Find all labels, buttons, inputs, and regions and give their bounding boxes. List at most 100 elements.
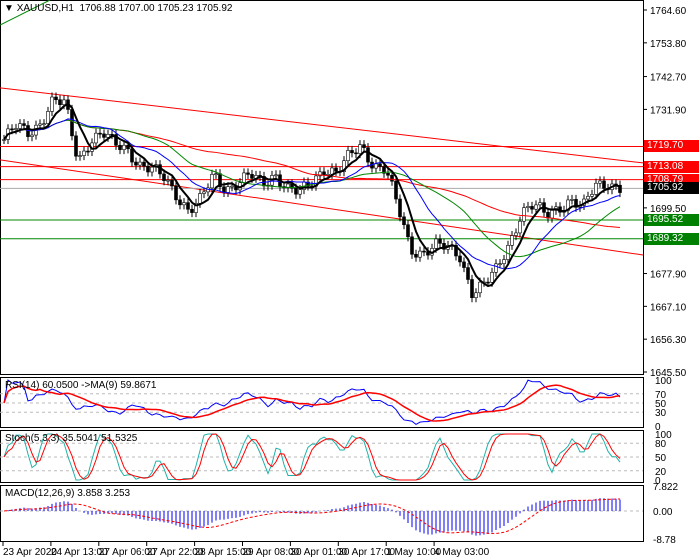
high-value: 1707.00 [118,3,155,14]
candle [18,123,22,129]
macd-signal-line [3,498,621,534]
price-tag: 1705.92 [644,182,699,195]
candle [490,272,494,283]
candle [590,194,594,197]
candle [402,216,406,226]
candle [598,180,602,184]
y-tick-label: 1667.10 [650,302,687,313]
candle [398,198,402,218]
candle [406,224,410,238]
candle [366,147,370,163]
candle [122,144,126,150]
candle [130,148,134,163]
candle [522,207,526,222]
candle [530,206,534,210]
y-tick-label: 1753.80 [650,39,687,50]
candle [54,96,58,101]
candle [390,174,394,182]
candle [98,132,102,135]
y-tick-label: 1656.30 [650,335,687,346]
macd-label: MACD(12,26,9) 3.858 3.253 [5,488,131,499]
macd-tick: 0.00 [653,507,673,518]
candle [586,196,590,200]
stoch-tick: 80 [655,439,667,450]
rsi-label: RSI(14) 60.0500 ->MA(9) 59.8671 [5,380,157,391]
candle [474,292,478,298]
candle [514,232,518,236]
candle [350,150,354,154]
candle [242,172,246,184]
price-tag: 1689.32 [644,232,699,245]
main-pane [0,0,644,375]
channel-upper-line [0,87,644,164]
candle [422,250,426,253]
candle [410,236,414,255]
candle [146,165,150,173]
candle [354,152,358,155]
price-chart: 1764.601753.801742.701731.901699.501677.… [0,0,687,558]
candle [42,123,46,126]
candle [210,174,214,189]
candle [362,144,366,148]
candle [38,123,42,126]
candle [174,185,178,201]
candle [74,135,78,157]
candle [118,144,122,150]
candle [94,132,98,144]
candle [518,220,522,234]
candle [46,111,50,125]
candle [394,180,398,200]
candle [62,99,66,106]
candle [70,109,74,137]
symbol-label: XAUUSD,H1 [16,3,74,14]
candle [22,123,26,126]
candle [602,180,606,189]
candle [570,199,574,201]
candle [246,172,250,175]
candle [458,255,462,263]
candle [334,167,338,172]
candle [498,263,502,265]
candle [150,166,154,173]
candle [222,186,226,193]
candle [50,96,54,112]
candle [478,281,482,294]
candle [470,279,474,298]
price-tag: 1713.08 [644,160,699,173]
candle [378,163,382,167]
chart-header: ▼ XAUUSD,H1 1706.88 1707.00 1705.23 1705… [4,3,233,14]
candle [30,134,34,137]
candle [438,238,442,244]
candle [358,144,362,154]
candle [538,202,542,206]
candle [230,185,234,188]
stoch-label: Stoch(5,3,3) 35.5041 51.5325 [5,433,138,444]
candle [134,161,138,166]
candle [386,172,390,176]
candle [26,125,30,137]
candle [418,250,422,258]
candle [162,173,166,181]
candle [198,193,202,204]
candle [414,253,418,258]
candle [494,263,498,273]
candle [86,150,90,153]
candle [226,186,230,193]
candle [10,128,14,131]
price-tag: 1695.52 [644,213,699,226]
candle [462,261,466,268]
y-tick-label: 1764.60 [650,6,687,17]
candle [434,238,438,249]
candle [178,199,182,206]
candle [502,259,506,264]
candle [102,133,106,138]
x-tick-label: 23 Apr 2020 [3,547,57,558]
candle [346,150,350,162]
candle [166,179,170,182]
candle [78,155,82,157]
candle [534,204,538,210]
candle [374,163,378,169]
candle [186,202,190,210]
candle [294,187,298,195]
candle [298,189,302,195]
